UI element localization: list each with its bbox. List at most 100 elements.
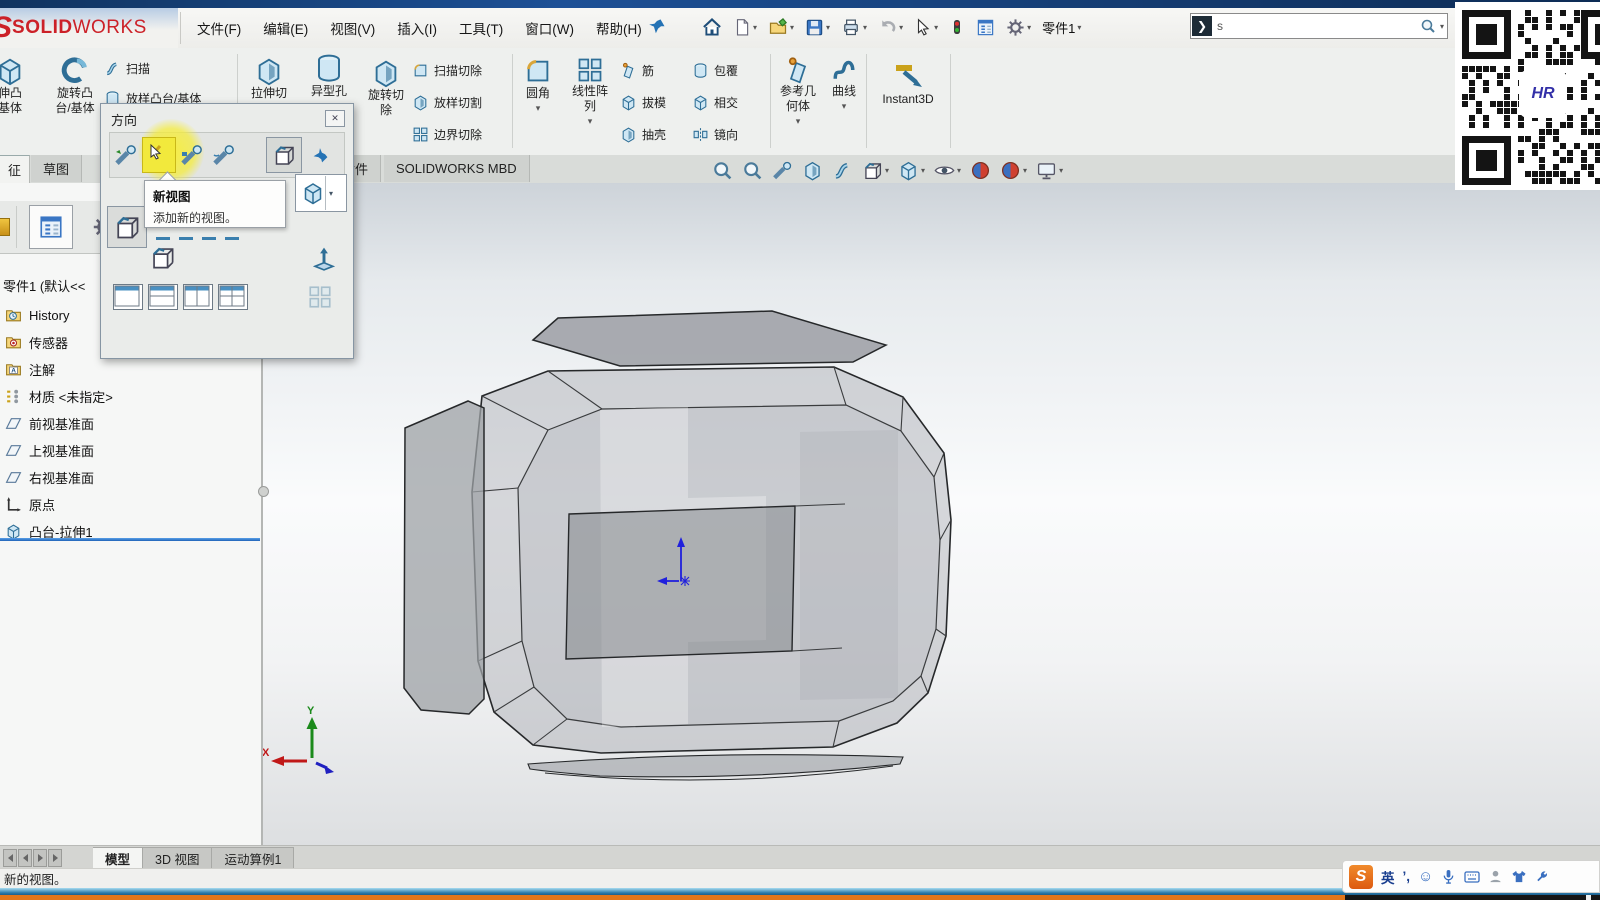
update-standard-views-button[interactable] (110, 138, 142, 172)
ribbon-hole-wizard[interactable]: 异型孔 (300, 52, 358, 99)
boss-extrude-icon (5, 523, 22, 540)
menu-file[interactable]: 文件(F) (186, 15, 252, 41)
single-view-button[interactable] (113, 284, 143, 310)
tree-item-right-plane[interactable]: 右视基准面 (0, 465, 260, 489)
ribbon-extruded-cut[interactable]: 拉伸切 (240, 56, 298, 101)
view-orientation-button[interactable]: ▾ (862, 160, 889, 181)
zoom-to-area-icon[interactable] (742, 160, 763, 181)
ribbon-swept-cut[interactable]: 扫描切除 (412, 62, 482, 79)
pin-dialog-icon[interactable] (312, 147, 329, 164)
sogou-logo-icon[interactable]: S (1349, 865, 1373, 889)
ribbon-intersect[interactable]: 相交 (692, 94, 738, 111)
two-view-horizontal-button[interactable] (148, 284, 178, 310)
previous-view-icon[interactable] (772, 160, 793, 181)
ribbon-mirror[interactable]: 镜向 (692, 126, 738, 143)
tab-3d-views[interactable]: 3D 视图 (143, 847, 212, 869)
tree-item-annotations[interactable]: A 注解 (0, 357, 260, 381)
edit-appearance-icon[interactable] (970, 160, 991, 181)
ribbon-extruded-boss[interactable]: 伸凸基体 (0, 56, 34, 116)
document-switcher[interactable]: 零件1▾ (1040, 16, 1083, 39)
view-selector-dropdown[interactable]: ▾ (295, 174, 347, 212)
view-selector-button[interactable] (266, 137, 302, 173)
ribbon-swept-boss[interactable]: 扫描 (104, 60, 150, 77)
fm-tab-property-manager[interactable] (29, 205, 73, 249)
ribbon-fillet[interactable]: 圆角▾ (514, 56, 562, 114)
select-button[interactable]: ▾ (912, 16, 940, 38)
tab-solidworks-mbd[interactable]: SOLIDWORKS MBD (384, 155, 530, 182)
ribbon-rib[interactable]: 筋 (620, 62, 654, 79)
ime-punctuation-toggle[interactable]: ’, (1403, 869, 1411, 884)
menu-tools[interactable]: 工具(T) (448, 15, 514, 41)
isometric-view-button[interactable] (107, 206, 147, 248)
new-view-button[interactable] (142, 137, 176, 173)
hide-show-items-button[interactable]: ▾ (934, 160, 961, 181)
ribbon-wrap[interactable]: 包覆 (692, 62, 738, 79)
ime-emoji-icon[interactable]: ☺ (1418, 868, 1433, 885)
menu-insert[interactable]: 插入(I) (386, 15, 448, 41)
ime-skin-tshirt-icon[interactable] (1511, 869, 1527, 884)
search-icon[interactable] (1420, 18, 1436, 34)
two-view-vertical-button[interactable] (183, 284, 213, 310)
fm-tab-partial[interactable] (0, 206, 17, 248)
tab-motion-study[interactable]: 运动算例1 (212, 847, 294, 869)
save-button[interactable]: ▾ (803, 16, 832, 39)
tab-sketch[interactable]: 草图 (31, 155, 82, 182)
apply-scene-button[interactable]: ▾ (1000, 160, 1027, 181)
menu-edit[interactable]: 编辑(E) (252, 15, 319, 41)
search-scope-caret[interactable]: ▾ (1440, 22, 1444, 31)
video-progress-bar[interactable] (0, 895, 1600, 900)
splitter-handle[interactable] (258, 486, 269, 497)
ime-language-toggle[interactable]: 英 (1381, 867, 1395, 887)
t b-scroll-next-button[interactable] (33, 849, 47, 867)
tab-model[interactable]: 模型 (93, 847, 143, 869)
tree-item-top-plane[interactable]: 上视基准面 (0, 438, 260, 462)
rebuild-traffic-light-button[interactable] (947, 16, 967, 38)
reset-standard-views-button[interactable] (176, 138, 208, 172)
ribbon-revolved-cut[interactable]: 旋转切除 (358, 58, 414, 118)
settings-gear-button[interactable]: ▾ (1004, 16, 1033, 39)
ime-toolbox-wrench-icon[interactable] (1535, 870, 1549, 884)
open-button[interactable]: ▾ (766, 15, 796, 39)
ribbon-linear-pattern[interactable]: 线性阵列▾ (562, 56, 618, 127)
undo-button[interactable]: ▾ (876, 16, 905, 39)
rollback-bar[interactable] (0, 538, 260, 541)
dimetric-view-icon[interactable] (149, 244, 176, 271)
solidworks-window: S SOLIDWORKS 文件(F) 编辑(E) 视图(V) 插入(I) 工具(… (0, 0, 1600, 900)
previous-view-tool-button[interactable] (208, 138, 240, 172)
ribbon-curves[interactable]: 曲线▾ (824, 56, 864, 112)
3d-drawing-view-icon[interactable] (832, 160, 853, 181)
normal-to-icon[interactable] (311, 246, 337, 272)
ime-profile-icon[interactable] (1488, 869, 1503, 884)
section-view-icon[interactable] (802, 160, 823, 181)
four-view-button[interactable] (218, 284, 248, 310)
home-button[interactable] (700, 15, 724, 39)
display-style-button[interactable]: ▾ (898, 160, 925, 181)
print-button[interactable]: ▾ (839, 15, 869, 39)
tab-features[interactable]: 征 (0, 155, 30, 183)
tree-item-material[interactable]: 材质 <未指定> (0, 384, 260, 408)
ribbon-boundary-cut[interactable]: 边界切除 (412, 126, 482, 143)
tab-scroll-prev-button[interactable] (18, 849, 32, 867)
tree-item-front-plane[interactable]: 前视基准面 (0, 411, 260, 435)
ribbon-shell[interactable]: 抽壳 (620, 126, 666, 143)
ime-keyboard-icon[interactable] (1464, 870, 1480, 884)
menu-help[interactable]: 帮助(H) (585, 15, 653, 41)
new-document-button[interactable]: ▾ (731, 16, 759, 38)
menu-window[interactable]: 窗口(W) (514, 15, 585, 41)
ribbon-draft[interactable]: 拔模 (620, 94, 666, 111)
tree-item-origin[interactable]: 原点 (0, 492, 260, 516)
view-settings-button[interactable]: ▾ (1036, 160, 1063, 181)
zoom-to-fit-icon[interactable] (712, 160, 733, 181)
ime-microphone-icon[interactable] (1441, 869, 1456, 884)
options-list-button[interactable] (974, 16, 997, 39)
ribbon-reference-geometry[interactable]: 参考几何体▾ (772, 56, 824, 127)
search-input[interactable] (1213, 19, 1420, 33)
view-selector-caret[interactable]: ▾ (325, 176, 336, 210)
tab-scroll-last-button[interactable] (48, 849, 62, 867)
ribbon-lofted-cut[interactable]: 放样切割 (412, 94, 482, 111)
tab-scroll-first-button[interactable] (3, 849, 17, 867)
menu-view[interactable]: 视图(V) (319, 15, 386, 41)
reference-triad-icon: Y X (263, 705, 334, 774)
ribbon-instant3d[interactable]: Instant3D (870, 60, 946, 107)
dialog-close-button[interactable]: ✕ (325, 110, 345, 127)
